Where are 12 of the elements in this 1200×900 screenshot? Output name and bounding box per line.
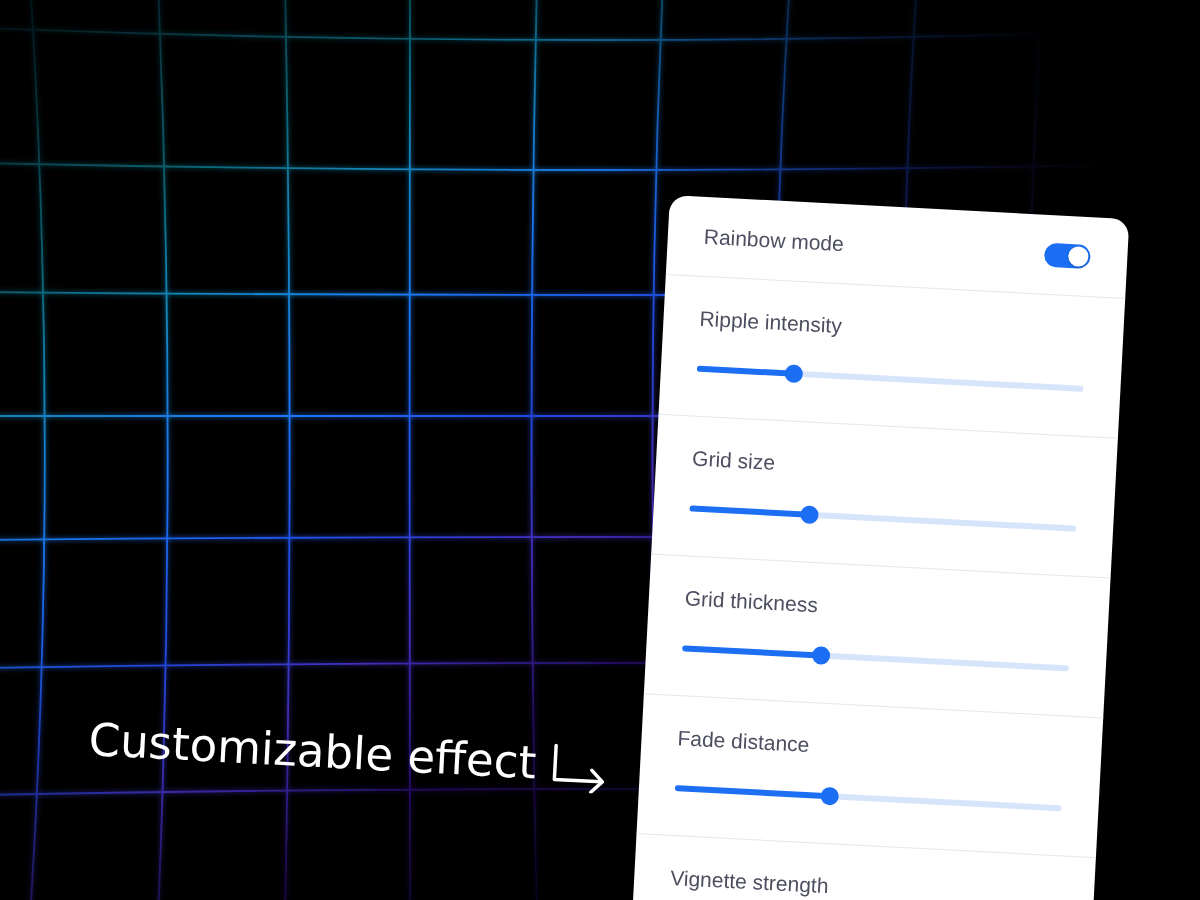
slider-thumb[interactable]	[820, 786, 839, 806]
slider-thumb[interactable]	[811, 646, 831, 665]
slider-thumb[interactable]	[799, 505, 819, 525]
caption-text: Customizable effect	[87, 717, 538, 786]
slider-thumb[interactable]	[784, 364, 803, 384]
setting-label: Fade distance	[676, 726, 810, 758]
setting-label: Rainbow mode	[703, 224, 845, 256]
setting-label: Grid thickness	[684, 586, 819, 618]
setting-label: Ripple intensity	[698, 306, 843, 339]
setting-label: Vignette strength	[669, 865, 830, 899]
setting-label: Grid size	[691, 446, 776, 475]
toggle-switch[interactable]	[1043, 242, 1091, 269]
